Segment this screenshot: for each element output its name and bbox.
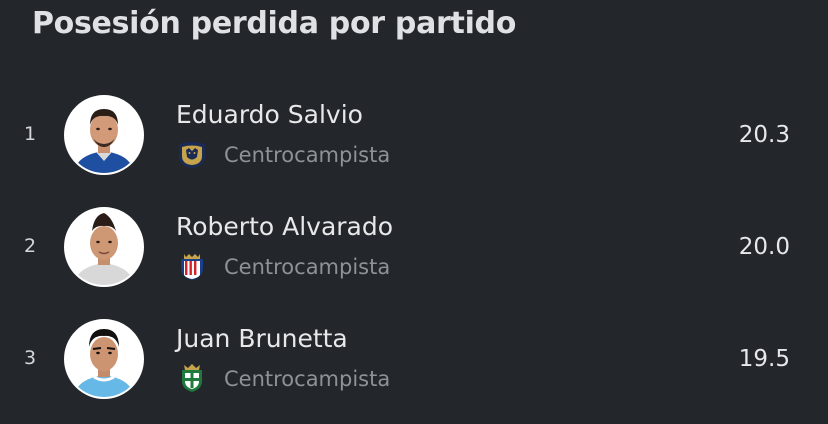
player-name[interactable]: Juan Brunetta xyxy=(176,324,348,353)
chivas-badge-icon[interactable] xyxy=(176,250,208,282)
player-position: Centrocampista xyxy=(224,367,391,391)
player-stat-value: 20.0 xyxy=(738,234,790,260)
player-row[interactable]: 2 Roberto Alvarado Centrocampista 20.0 xyxy=(0,192,828,304)
card-title: Posesión perdida por partido xyxy=(32,6,517,41)
player-position: Centrocampista xyxy=(224,143,391,167)
player-avatar[interactable] xyxy=(64,95,144,175)
player-row[interactable]: 1 Eduardo Salvio Centrocampista 20.3 xyxy=(0,80,828,192)
player-rank: 2 xyxy=(24,235,37,257)
player-stat-value: 19.5 xyxy=(738,346,790,372)
pumas-badge-icon[interactable] xyxy=(176,138,208,170)
player-rank: 3 xyxy=(24,347,37,369)
player-name[interactable]: Roberto Alvarado xyxy=(176,212,393,241)
player-avatar[interactable] xyxy=(64,319,144,399)
player-stat-value: 20.3 xyxy=(738,122,790,148)
santos-badge-icon[interactable] xyxy=(176,362,208,394)
player-name[interactable]: Eduardo Salvio xyxy=(176,100,363,129)
player-avatar[interactable] xyxy=(64,207,144,287)
player-row[interactable]: 3 Juan Brunetta Centrocampista 19.5 xyxy=(0,304,828,416)
player-rank: 1 xyxy=(24,123,37,145)
player-position: Centrocampista xyxy=(224,255,391,279)
player-ranking-list: 1 Eduardo Salvio Centrocampista 20.3 2 R… xyxy=(0,80,828,416)
